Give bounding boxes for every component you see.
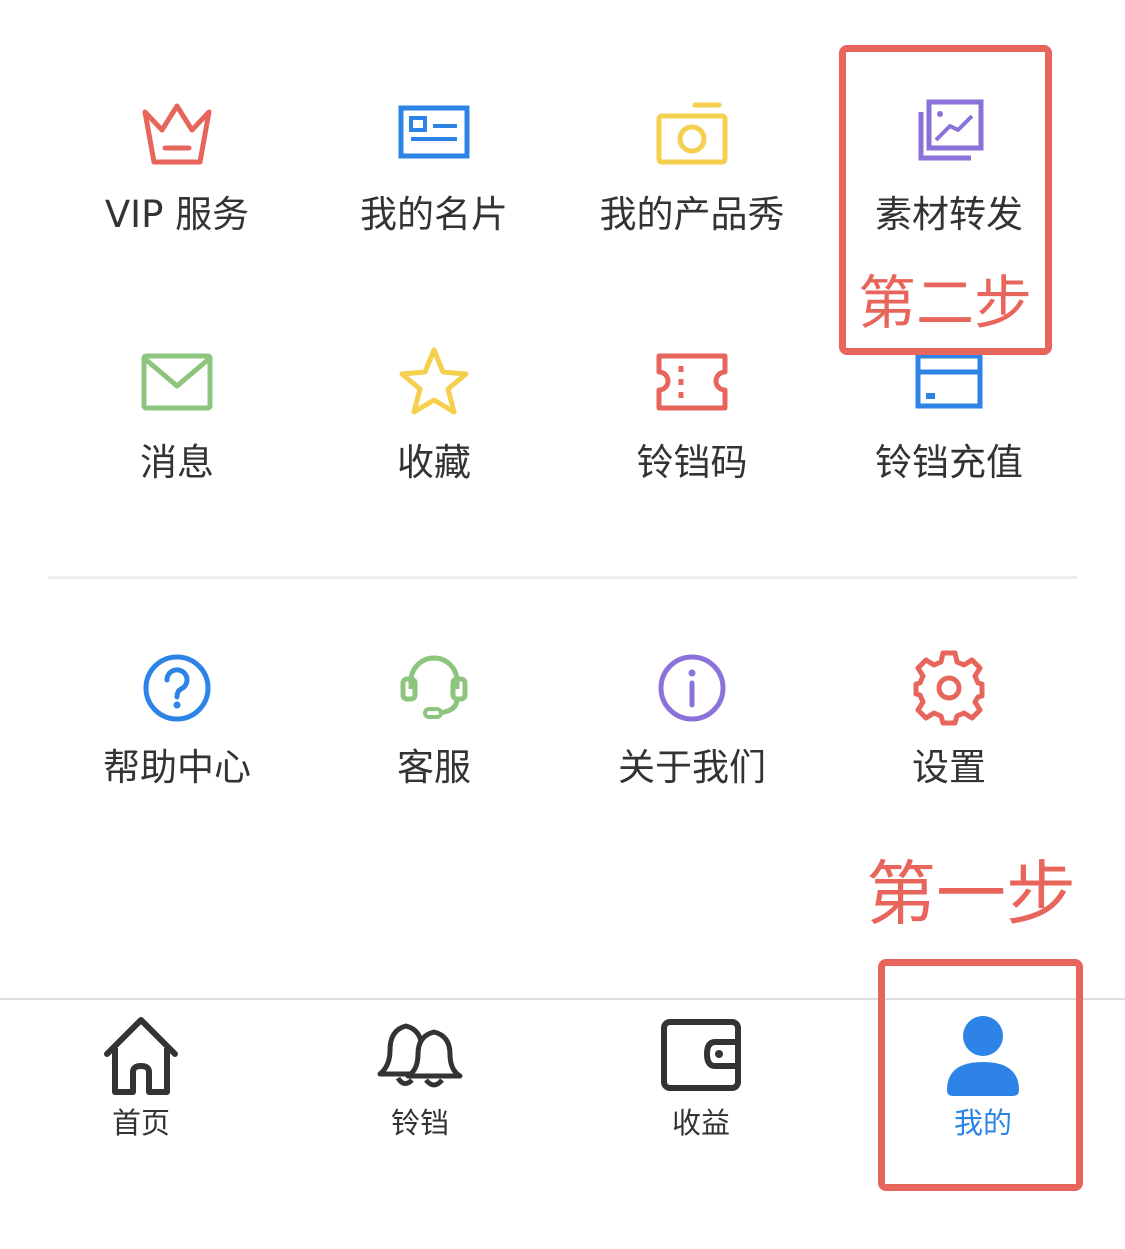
info-icon — [647, 643, 737, 733]
menu-item-favorites[interactable]: 收藏 — [324, 338, 544, 538]
step1-highlight-box — [878, 959, 1083, 1191]
menu-item-label: 我的名片 — [360, 193, 508, 236]
crown-icon — [132, 90, 222, 180]
menu-item-settings[interactable]: 设置 — [839, 643, 1059, 843]
menu-item-label: 关于我们 — [618, 746, 766, 789]
gear-icon — [904, 643, 994, 733]
business-card-icon — [389, 90, 479, 180]
menu-item-label: 设置 — [912, 746, 986, 789]
menu-item-my-card[interactable]: 我的名片 — [324, 90, 544, 290]
tab-home[interactable]: 首页 — [41, 1010, 241, 1160]
star-icon — [389, 338, 479, 428]
help-icon — [132, 643, 222, 733]
tab-label: 收益 — [671, 1106, 730, 1140]
ticket-icon — [647, 338, 737, 428]
menu-item-vip-service[interactable]: VIP 服务 — [67, 90, 287, 290]
bell-icon — [370, 1010, 470, 1100]
envelope-icon — [132, 338, 222, 428]
step2-annotation: 第二步 — [858, 269, 1033, 337]
tab-label: 铃铛 — [390, 1106, 449, 1140]
menu-item-label: 铃铛码 — [636, 441, 748, 484]
tab-earnings[interactable]: 收益 — [601, 1010, 801, 1160]
menu-item-label: VIP 服务 — [104, 193, 250, 236]
menu-item-label: 消息 — [140, 441, 214, 484]
menu-item-label: 帮助中心 — [103, 746, 251, 789]
step1-annotation: 第一步 — [866, 853, 1076, 935]
tab-bell[interactable]: 铃铛 — [320, 1010, 520, 1160]
menu-item-label: 铃铛充值 — [875, 441, 1023, 484]
section-divider — [48, 576, 1077, 579]
menu-item-bell-recharge[interactable]: 铃铛充值 — [839, 338, 1059, 538]
camera-icon — [647, 90, 737, 180]
home-icon — [91, 1010, 191, 1100]
menu-item-label: 我的产品秀 — [599, 193, 785, 236]
menu-item-label: 收藏 — [397, 441, 471, 484]
menu-item-help-center[interactable]: 帮助中心 — [67, 643, 287, 843]
wallet-icon — [651, 1010, 751, 1100]
menu-item-product-show[interactable]: 我的产品秀 — [582, 90, 802, 290]
headset-icon — [389, 643, 479, 733]
tab-label: 首页 — [111, 1106, 170, 1140]
menu-item-about-us[interactable]: 关于我们 — [582, 643, 802, 843]
menu-item-label: 客服 — [397, 746, 471, 789]
menu-item-messages[interactable]: 消息 — [67, 338, 287, 538]
menu-item-customer-service[interactable]: 客服 — [324, 643, 544, 843]
menu-item-bell-code[interactable]: 铃铛码 — [582, 338, 802, 538]
